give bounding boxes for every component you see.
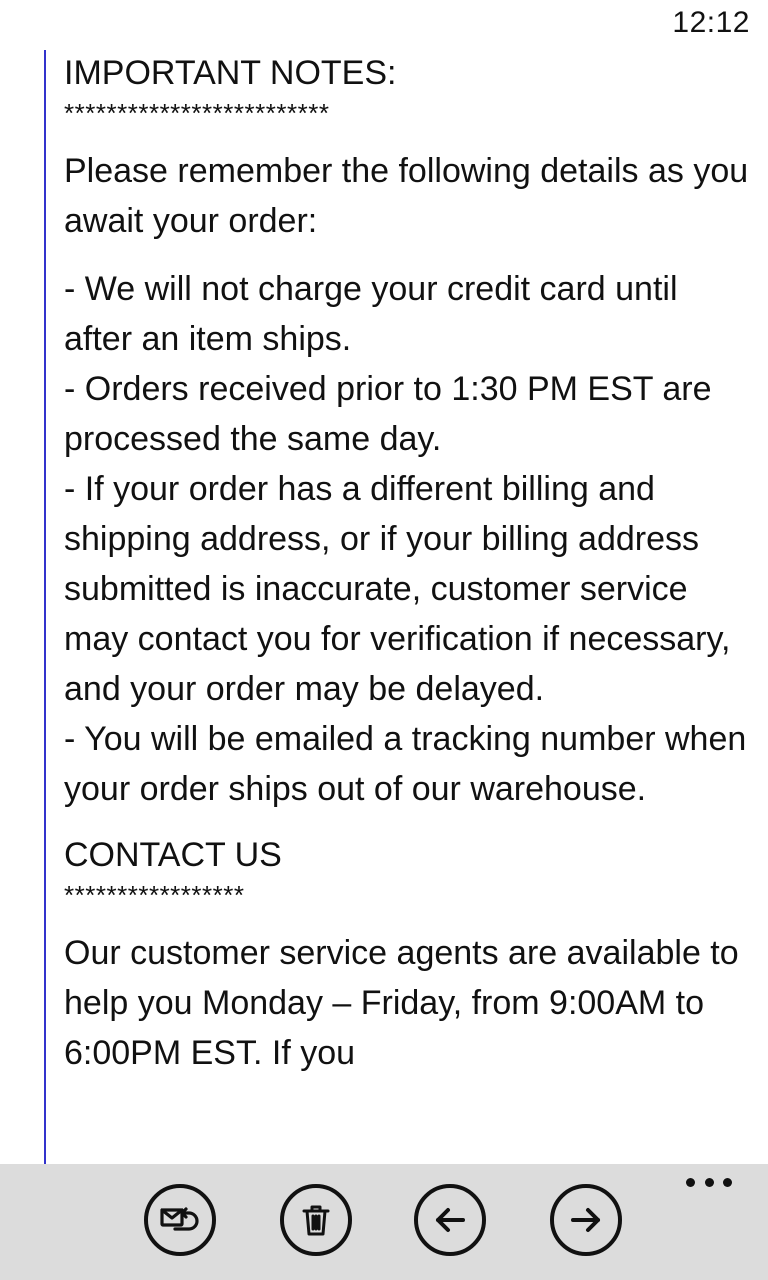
dot bbox=[686, 1178, 695, 1187]
delete-button[interactable] bbox=[280, 1184, 352, 1256]
next-button[interactable] bbox=[550, 1184, 622, 1256]
notes-stars: ************************* bbox=[64, 98, 330, 128]
message-viewport[interactable]: IMPORTANT NOTES: ***********************… bbox=[0, 50, 768, 1164]
dot bbox=[704, 1178, 714, 1187]
arrow-right-icon bbox=[571, 1208, 600, 1232]
contact-heading: CONTACT US bbox=[64, 836, 282, 874]
dot bbox=[723, 1178, 732, 1187]
status-time: 12:12 bbox=[672, 6, 750, 39]
contact-text: Our customer service agents are availabl… bbox=[64, 934, 739, 1072]
ellipsis-icon[interactable] bbox=[686, 1178, 732, 1192]
bullet-item: - If your order has a different billing … bbox=[64, 470, 731, 708]
message-body: IMPORTANT NOTES: ***********************… bbox=[64, 50, 754, 1078]
reply-button[interactable] bbox=[144, 1184, 216, 1256]
bullet-item: - You will be emailed a tracking number … bbox=[64, 720, 747, 808]
arrow-left-icon bbox=[436, 1208, 465, 1232]
reply-icon bbox=[160, 1207, 199, 1231]
intro-text: Please remember the following details as… bbox=[64, 152, 749, 240]
status-bar: 12:12 bbox=[0, 0, 768, 48]
contact-stars: ***************** bbox=[64, 880, 245, 910]
bullet-item: - We will not charge your credit card un… bbox=[64, 270, 678, 358]
trash-icon bbox=[302, 1205, 330, 1236]
quote-bar bbox=[44, 50, 46, 1164]
previous-button[interactable] bbox=[414, 1184, 486, 1256]
notes-heading: IMPORTANT NOTES: bbox=[64, 54, 397, 92]
bullet-item: - Orders received prior to 1:30 PM EST a… bbox=[64, 370, 712, 458]
app-bar bbox=[0, 1164, 768, 1280]
